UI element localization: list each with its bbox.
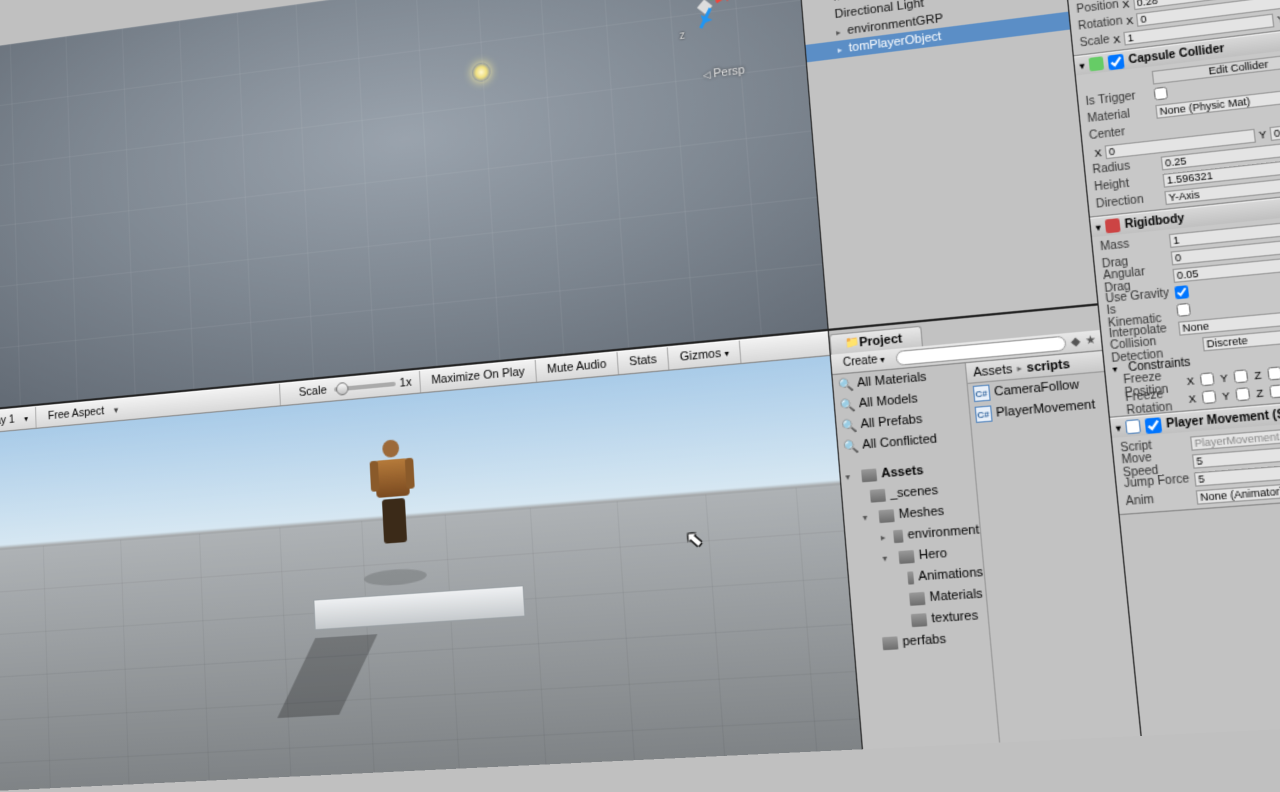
capsule-collider-component: ▾Capsule Collider Edit Collider Is Trigg… <box>1074 25 1280 217</box>
hierarchy-panel: Hierarchy Create ▾ testScene01* Main Cam… <box>797 0 1099 331</box>
freeze-pos-y[interactable] <box>1233 369 1248 383</box>
rigidbody-icon <box>1105 218 1121 233</box>
collider-enable-checkbox[interactable] <box>1108 53 1125 70</box>
orientation-gizmo[interactable]: y x z <box>666 0 748 51</box>
player-character <box>368 438 420 562</box>
direction-label: Direction <box>1095 192 1162 212</box>
gizmo-x-axis-icon[interactable] <box>715 0 736 3</box>
kinematic-checkbox[interactable] <box>1176 303 1191 317</box>
script-enable-checkbox[interactable] <box>1145 417 1163 434</box>
cursor-icon: ⬉ <box>685 527 704 552</box>
gravity-checkbox[interactable] <box>1174 285 1189 299</box>
trigger-checkbox[interactable] <box>1153 86 1168 100</box>
projection-label[interactable]: Persp <box>703 64 746 82</box>
folder-icon <box>909 591 925 605</box>
rigidbody-component: ▾Rigidbody Mass Drag Angular Drag Use Gr… <box>1090 191 1280 418</box>
light-gizmo-icon <box>471 62 491 83</box>
csharp-icon: C# <box>974 405 992 423</box>
freeze-rot-z[interactable] <box>1269 384 1280 398</box>
project-tab[interactable]: Project <box>859 332 903 350</box>
project-create-button[interactable]: Create <box>836 352 893 372</box>
scale-value: 1x <box>399 376 412 390</box>
expand-arrow-icon[interactable]: ▸ <box>837 43 849 54</box>
display-label: Display 1 <box>0 413 15 429</box>
game-viewport[interactable]: ⬉ <box>0 356 862 792</box>
folder-icon <box>911 613 927 627</box>
expand-arrow-icon[interactable]: ▸ <box>836 26 848 37</box>
project-save-icon[interactable]: ★ <box>1085 334 1097 348</box>
scale-label: Scale <box>1079 34 1110 50</box>
folder-icon <box>898 549 914 563</box>
collider-icon <box>1089 56 1105 71</box>
scale-slider[interactable] <box>334 382 396 392</box>
folder-icon <box>861 468 877 482</box>
game-panel: Display 1▾ Free Aspect Scale 1x Maximize… <box>0 331 863 792</box>
anim-label: Anim <box>1125 491 1193 509</box>
folder-icon <box>882 636 898 650</box>
script-icon <box>1125 419 1141 434</box>
folder-icon <box>878 509 894 523</box>
freeze-pos-z[interactable] <box>1267 366 1280 380</box>
folder-icon <box>870 488 886 502</box>
breadcrumb-item[interactable]: Assets <box>973 362 1013 379</box>
freeze-rot-x[interactable] <box>1202 390 1217 404</box>
project-filter-icon[interactable]: ◆ <box>1071 335 1082 349</box>
folder-icon <box>892 529 903 543</box>
breadcrumb-item[interactable]: scripts <box>1026 357 1071 375</box>
csharp-icon: C# <box>972 385 990 403</box>
freeze-pos-x[interactable] <box>1200 372 1215 386</box>
scale-label: Scale <box>288 384 330 401</box>
hierarchy-tree[interactable]: ▾ testScene01* Main Camera Directional L… <box>800 0 1098 329</box>
chevron-right-icon: ▸ <box>1017 363 1023 374</box>
gizmo-z-label: z <box>679 30 685 42</box>
project-panel: 📁 Project Create ◆ ★ All Materials All M… <box>829 305 1142 749</box>
freeze-rot-y[interactable] <box>1235 387 1250 401</box>
stats-toggle[interactable]: Stats <box>618 347 670 374</box>
folder-icon <box>907 571 914 584</box>
